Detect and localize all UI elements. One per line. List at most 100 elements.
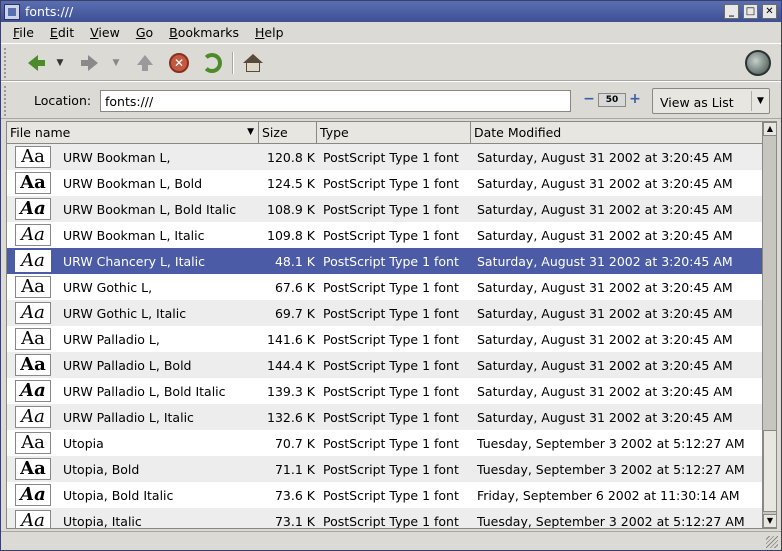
file-type: PostScript Type 1 font xyxy=(323,149,459,165)
file-date: Saturday, August 31 2002 at 3:20:45 AM xyxy=(477,357,733,373)
file-name: Utopia, Italic xyxy=(63,513,142,529)
file-row[interactable]: Aa Utopia 70.7 K PostScript Type 1 font Tues… xyxy=(7,430,762,456)
file-row[interactable]: Aa URW Palladio L, Bold Italic 139.3 K Post… xyxy=(7,378,762,404)
file-size: 67.6 K xyxy=(274,279,315,295)
chevron-down-icon: ▼ xyxy=(751,91,769,111)
file-name: URW Palladio L, Bold Italic xyxy=(63,383,226,399)
resize-grip[interactable] xyxy=(766,536,778,548)
column-header-type[interactable]: Type xyxy=(317,122,471,143)
file-row[interactable]: Aa URW Gothic L, Italic 69.7 K PostScript T… xyxy=(7,300,762,326)
zoom-in-button[interactable]: + xyxy=(628,92,642,107)
file-size: 144.4 K xyxy=(267,357,315,373)
file-name: URW Chancery L, Italic xyxy=(63,253,205,269)
file-size: 139.3 K xyxy=(267,383,315,399)
menu-view[interactable]: View xyxy=(84,25,126,40)
column-header-date-label: Date Modified xyxy=(474,125,562,140)
file-name: Utopia xyxy=(63,435,104,451)
home-button[interactable] xyxy=(241,51,265,75)
file-row[interactable]: Aa URW Bookman L, Italic 109.8 K PostScript… xyxy=(7,222,762,248)
file-type: PostScript Type 1 font xyxy=(323,331,459,347)
scroll-up-arrow[interactable]: ▲ xyxy=(763,122,776,136)
font-preview-icon: Aa xyxy=(15,354,51,376)
font-file-icon-cell: Aa xyxy=(7,326,59,352)
font-file-icon-cell: Aa xyxy=(7,482,59,508)
file-row[interactable]: Aa URW Bookman L, Bold Italic 108.9 K PostS… xyxy=(7,196,762,222)
zoom-control: − 50 + xyxy=(582,92,642,107)
file-name: Utopia, Bold xyxy=(63,461,140,477)
menu-go[interactable]: Go xyxy=(130,25,159,40)
minimize-button[interactable]: _ xyxy=(724,4,739,19)
location-input[interactable]: fonts:/// xyxy=(100,90,571,112)
font-preview-icon: Aa xyxy=(15,224,51,246)
menu-file[interactable]: File xyxy=(7,25,40,40)
file-size: 108.9 K xyxy=(267,201,315,217)
column-header-size-label: Size xyxy=(262,125,288,140)
location-bar-grip[interactable] xyxy=(4,86,10,116)
close-button[interactable]: ✕ xyxy=(762,4,777,19)
column-header-name[interactable]: File name ▼ xyxy=(7,122,259,143)
file-row[interactable]: Aa URW Palladio L, Italic 132.6 K PostScrip… xyxy=(7,404,762,430)
file-date: Saturday, August 31 2002 at 3:20:45 AM xyxy=(477,175,733,191)
title-bar[interactable]: fonts:/// _ □ ✕ xyxy=(1,1,781,22)
font-preview-icon: Aa xyxy=(15,198,51,220)
font-preview-icon: Aa xyxy=(15,406,51,428)
window-icon xyxy=(4,3,20,20)
maximize-button[interactable]: □ xyxy=(743,4,758,19)
list-header: File name ▼ Size Type Date Modified xyxy=(7,122,762,144)
font-preview-icon: Aa xyxy=(15,432,51,454)
zoom-out-button[interactable]: − xyxy=(582,92,596,107)
scrollbar-thumb[interactable] xyxy=(763,430,776,512)
file-rows: Aa URW Bookman L, 120.8 K PostScript Type 1… xyxy=(7,144,762,529)
reload-icon xyxy=(202,53,222,73)
menu-bookmarks[interactable]: Bookmarks xyxy=(163,25,245,40)
file-date: Saturday, August 31 2002 at 3:20:45 AM xyxy=(477,383,733,399)
toolbar-grip[interactable] xyxy=(4,48,10,78)
back-button[interactable] xyxy=(23,51,47,75)
menu-help[interactable]: Help xyxy=(249,25,290,40)
back-history-dropdown[interactable]: ▼ xyxy=(53,51,67,75)
file-row[interactable]: Aa URW Chancery L, Italic 48.1 K PostScript… xyxy=(7,248,762,274)
file-type: PostScript Type 1 font xyxy=(323,279,459,295)
zoom-level[interactable]: 50 xyxy=(598,93,626,107)
status-bar xyxy=(1,531,781,550)
toolbar-separator xyxy=(232,52,234,74)
forward-arrow-icon xyxy=(81,55,98,71)
font-file-icon-cell: Aa xyxy=(7,352,59,378)
column-header-date[interactable]: Date Modified xyxy=(471,122,762,143)
file-row[interactable]: Aa URW Gothic L, 67.6 K PostScript Type 1 f… xyxy=(7,274,762,300)
file-date: Tuesday, September 3 2002 at 5:12:27 AM xyxy=(477,513,745,529)
file-row[interactable]: Aa URW Palladio L, 141.6 K PostScript Type … xyxy=(7,326,762,352)
file-row[interactable]: Aa Utopia, Bold Italic 73.6 K PostScript Ty… xyxy=(7,482,762,508)
vertical-scrollbar[interactable]: ▲ ▼ xyxy=(762,122,776,528)
file-row[interactable]: Aa URW Palladio L, Bold 144.4 K PostScript … xyxy=(7,352,762,378)
file-date: Saturday, August 31 2002 at 3:20:45 AM xyxy=(477,331,733,347)
file-row[interactable]: Aa URW Bookman L, Bold 124.5 K PostScript T… xyxy=(7,170,762,196)
chevron-down-icon: ▼ xyxy=(56,58,64,68)
file-row[interactable]: Aa URW Bookman L, 120.8 K PostScript Type 1… xyxy=(7,144,762,170)
scroll-down-arrow[interactable]: ▼ xyxy=(763,514,776,528)
file-row[interactable]: Aa Utopia, Italic 73.1 K PostScript Type 1 … xyxy=(7,508,762,529)
view-as-dropdown[interactable]: View as List ▼ xyxy=(652,88,770,114)
file-name: URW Bookman L, Bold xyxy=(63,175,203,191)
column-header-size[interactable]: Size xyxy=(259,122,317,143)
font-file-icon-cell: Aa xyxy=(7,456,59,482)
forward-history-dropdown[interactable]: ▼ xyxy=(109,51,123,75)
font-preview-icon: Aa xyxy=(15,302,51,324)
font-file-icon-cell: Aa xyxy=(7,508,59,528)
menu-edit[interactable]: Edit xyxy=(44,25,80,40)
stop-button[interactable]: ✕ xyxy=(167,51,191,75)
file-date: Friday, September 6 2002 at 11:30:14 AM xyxy=(477,487,740,503)
file-date: Saturday, August 31 2002 at 3:20:45 AM xyxy=(477,279,733,295)
font-preview-icon: Aa xyxy=(15,146,51,168)
reload-button[interactable] xyxy=(200,51,224,75)
font-preview-icon: Aa xyxy=(15,458,51,480)
file-row[interactable]: Aa Utopia, Bold 71.1 K PostScript Type 1 fo… xyxy=(7,456,762,482)
font-file-icon-cell: Aa xyxy=(7,274,59,300)
forward-button[interactable] xyxy=(79,51,103,75)
font-file-icon-cell: Aa xyxy=(7,378,59,404)
window-title: fonts:/// xyxy=(25,4,74,19)
font-file-icon-cell: Aa xyxy=(7,144,59,170)
file-type: PostScript Type 1 font xyxy=(323,357,459,373)
up-button[interactable] xyxy=(133,51,157,75)
file-type: PostScript Type 1 font xyxy=(323,461,459,477)
